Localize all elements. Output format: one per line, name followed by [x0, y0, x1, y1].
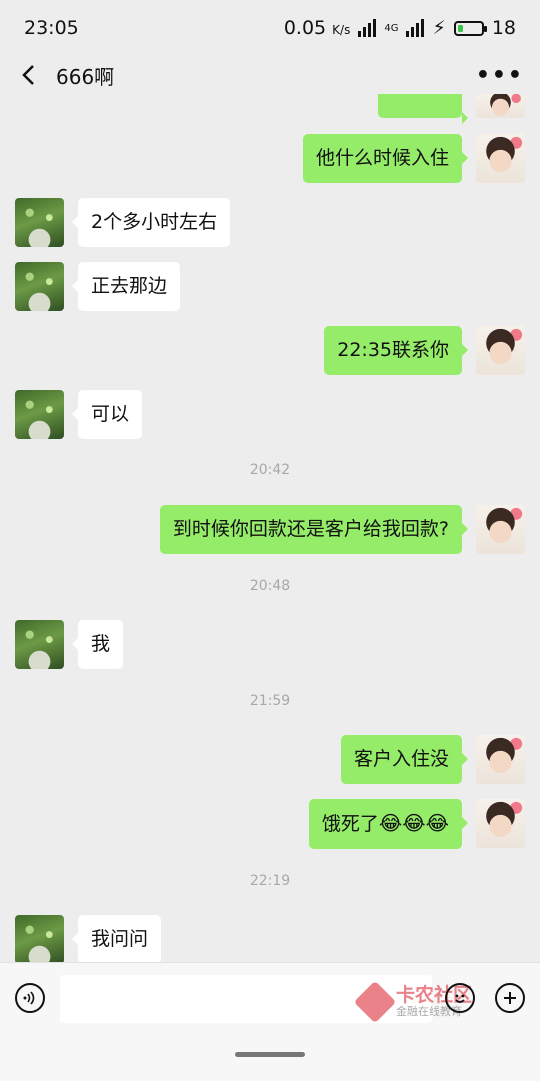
message-row: 可以	[0, 390, 540, 439]
status-bar: 23:05 0.05 K/s 4G ⚡ 18	[0, 0, 540, 56]
message-row: 客户入住没	[0, 735, 540, 784]
message-row: 2个多小时左右	[0, 198, 540, 247]
timestamp: 20:48	[249, 578, 291, 594]
signal2-icon	[406, 19, 425, 37]
message-row: 22:35联系你	[0, 326, 540, 375]
self-avatar[interactable]	[476, 735, 525, 784]
message-bubble[interactable]: 我问问	[71, 915, 162, 962]
self-avatar[interactable]	[476, 326, 525, 375]
timestamp: 21:59	[249, 693, 291, 709]
contact-avatar[interactable]	[15, 915, 64, 962]
message-row: 饿死了😂😂😂	[0, 799, 540, 849]
message-bubble[interactable]: 正去那边	[71, 262, 181, 311]
home-indicator[interactable]	[235, 1052, 305, 1057]
message-row: 我问问	[0, 915, 540, 962]
message-bubble[interactable]: 可以	[71, 390, 143, 439]
watermark-logo-icon	[353, 980, 397, 1023]
message-row	[0, 94, 540, 124]
message-row: 他什么时候入住	[0, 134, 540, 183]
message-row: 我	[0, 620, 540, 669]
message-bubble[interactable]: 2个多小时左右	[71, 198, 231, 247]
self-avatar[interactable]	[476, 799, 525, 848]
self-avatar[interactable]	[476, 505, 525, 554]
charging-icon: ⚡	[432, 17, 446, 39]
timestamp: 20:42	[249, 462, 291, 478]
plus-icon[interactable]	[495, 983, 525, 1013]
battery-text: 18	[491, 17, 516, 39]
message-bubble[interactable]: 我	[71, 620, 124, 669]
contact-avatar[interactable]	[15, 198, 64, 247]
emoji-icon[interactable]	[445, 983, 475, 1013]
self-avatar[interactable]	[476, 134, 525, 183]
message-bubble[interactable]: 到时候你回款还是客户给我回款?	[159, 505, 469, 554]
message-text: 饿死了	[321, 813, 379, 835]
message-bubble[interactable]: 22:35联系你	[324, 326, 468, 375]
battery-icon	[453, 20, 487, 36]
network-speed: 0.05 K/s	[283, 17, 351, 39]
back-icon[interactable]	[16, 63, 40, 87]
message-bubble[interactable]: 饿死了😂😂😂	[308, 799, 469, 849]
contact-avatar[interactable]	[15, 390, 64, 439]
network-type: 4G	[384, 22, 399, 34]
message-row: 到时候你回款还是客户给我回款?	[0, 505, 540, 554]
more-icon[interactable]: •••	[476, 63, 524, 88]
laugh-cry-emoji-icon: 😂😂😂	[378, 811, 449, 835]
message-bubble[interactable]: 他什么时候入住	[302, 134, 469, 183]
timestamp: 22:19	[249, 873, 291, 889]
self-avatar[interactable]	[476, 94, 525, 118]
composer: 卡农社区 金融在线教育	[0, 962, 540, 1081]
message-row: 正去那边	[0, 262, 540, 311]
voice-icon[interactable]	[15, 983, 45, 1013]
chat-header: 666啊 •••	[0, 56, 540, 94]
contact-avatar[interactable]	[15, 262, 64, 311]
status-right: 0.05 K/s 4G ⚡ 18	[284, 17, 516, 39]
chat-title: 666啊	[56, 64, 115, 89]
message-bubble[interactable]	[378, 94, 468, 124]
signal-icon	[358, 19, 377, 37]
contact-avatar[interactable]	[15, 620, 64, 669]
status-time: 23:05	[24, 17, 79, 39]
message-bubble[interactable]: 客户入住没	[340, 735, 469, 784]
chat-list[interactable]: 他什么时候入住 2个多小时左右 正去那边 22:35联系你 可以 20:42 到…	[0, 94, 540, 962]
